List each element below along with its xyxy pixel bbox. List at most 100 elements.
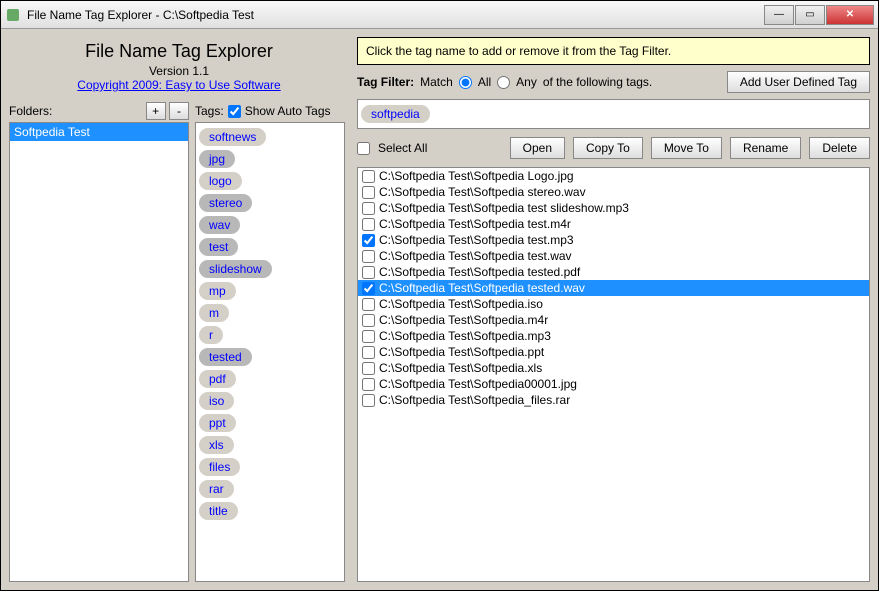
copyright-link[interactable]: Copyright 2009: Easy to Use Software xyxy=(77,78,280,92)
file-item[interactable]: C:\Softpedia Test\Softpedia Logo.jpg xyxy=(358,168,869,184)
active-tag-pill[interactable]: softpedia xyxy=(361,105,430,123)
copy-to-button[interactable]: Copy To xyxy=(573,137,643,159)
file-item[interactable]: C:\Softpedia Test\Softpedia_files.rar xyxy=(358,392,869,408)
app-title: File Name Tag Explorer xyxy=(9,41,349,62)
match-any-label: Any xyxy=(516,75,537,89)
file-checkbox[interactable] xyxy=(362,186,375,199)
file-checkbox[interactable] xyxy=(362,330,375,343)
show-auto-tags-checkbox[interactable] xyxy=(228,105,241,118)
tag-pill[interactable]: stereo xyxy=(199,194,252,212)
file-checkbox[interactable] xyxy=(362,362,375,375)
file-checkbox[interactable] xyxy=(362,170,375,183)
open-button[interactable]: Open xyxy=(510,137,565,159)
tag-pill[interactable]: test xyxy=(199,238,238,256)
file-item[interactable]: C:\Softpedia Test\Softpedia.mp3 xyxy=(358,328,869,344)
match-suffix: of the following tags. xyxy=(543,75,652,89)
file-item[interactable]: C:\Softpedia Test\Softpedia.iso xyxy=(358,296,869,312)
file-path: C:\Softpedia Test\Softpedia tested.pdf xyxy=(379,265,580,279)
move-to-button[interactable]: Move To xyxy=(651,137,722,159)
file-path: C:\Softpedia Test\Softpedia Logo.jpg xyxy=(379,169,574,183)
file-path: C:\Softpedia Test\Softpedia test.mp3 xyxy=(379,233,574,247)
file-item[interactable]: C:\Softpedia Test\Softpedia test.mp3 xyxy=(358,232,869,248)
tag-pill[interactable]: r xyxy=(199,326,223,344)
tag-pill[interactable]: wav xyxy=(199,216,240,234)
delete-button[interactable]: Delete xyxy=(809,137,870,159)
file-checkbox[interactable] xyxy=(362,298,375,311)
file-item[interactable]: C:\Softpedia Test\Softpedia.ppt xyxy=(358,344,869,360)
folders-label: Folders: xyxy=(9,104,52,118)
remove-folder-button[interactable]: - xyxy=(169,102,189,120)
file-item[interactable]: C:\Softpedia Test\Softpedia tested.wav xyxy=(358,280,869,296)
file-path: C:\Softpedia Test\Softpedia.xls xyxy=(379,361,542,375)
file-checkbox[interactable] xyxy=(362,202,375,215)
tag-pill[interactable]: jpg xyxy=(199,150,235,168)
match-all-radio[interactable] xyxy=(459,76,472,89)
tag-pill[interactable]: xls xyxy=(199,436,234,454)
file-checkbox[interactable] xyxy=(362,218,375,231)
tag-filter-label: Tag Filter: xyxy=(357,75,414,89)
match-all-label: All xyxy=(478,75,491,89)
titlebar: File Name Tag Explorer - C:\Softpedia Te… xyxy=(1,1,878,29)
tag-pill[interactable]: pdf xyxy=(199,370,236,388)
app-icon xyxy=(5,7,21,23)
tag-pill[interactable]: rar xyxy=(199,480,234,498)
file-item[interactable]: C:\Softpedia Test\Softpedia.xls xyxy=(358,360,869,376)
match-label: Match xyxy=(420,75,453,89)
tags-column: Tags: Show Auto Tags softnewsjpglogoster… xyxy=(195,100,345,582)
tag-pill[interactable]: files xyxy=(199,458,240,476)
tag-pill[interactable]: title xyxy=(199,502,238,520)
right-zone: Click the tag name to add or remove it f… xyxy=(357,37,870,582)
file-item[interactable]: C:\Softpedia Test\Softpedia stereo.wav xyxy=(358,184,869,200)
file-checkbox[interactable] xyxy=(362,282,375,295)
file-path: C:\Softpedia Test\Softpedia test.m4r xyxy=(379,217,571,231)
file-path: C:\Softpedia Test\Softpedia tested.wav xyxy=(379,281,585,295)
hint-bar: Click the tag name to add or remove it f… xyxy=(357,37,870,65)
file-item[interactable]: C:\Softpedia Test\Softpedia test slidesh… xyxy=(358,200,869,216)
app-version: Version 1.1 xyxy=(9,64,349,78)
match-any-radio[interactable] xyxy=(497,76,510,89)
select-all-label: Select All xyxy=(378,141,427,155)
file-path: C:\Softpedia Test\Softpedia test slidesh… xyxy=(379,201,629,215)
file-checkbox[interactable] xyxy=(362,394,375,407)
tag-pill[interactable]: logo xyxy=(199,172,242,190)
file-item[interactable]: C:\Softpedia Test\Softpedia00001.jpg xyxy=(358,376,869,392)
rename-button[interactable]: Rename xyxy=(730,137,801,159)
tags-label: Tags: xyxy=(195,104,224,118)
file-path: C:\Softpedia Test\Softpedia.mp3 xyxy=(379,329,551,343)
tag-pill[interactable]: mp xyxy=(199,282,236,300)
app-window: File Name Tag Explorer - C:\Softpedia Te… xyxy=(0,0,879,591)
file-path: C:\Softpedia Test\Softpedia00001.jpg xyxy=(379,377,577,391)
file-checkbox[interactable] xyxy=(362,266,375,279)
close-button[interactable]: ✕ xyxy=(826,5,874,25)
file-item[interactable]: C:\Softpedia Test\Softpedia test.m4r xyxy=(358,216,869,232)
file-list[interactable]: C:\Softpedia Test\Softpedia Logo.jpgC:\S… xyxy=(357,167,870,582)
tag-pill[interactable]: tested xyxy=(199,348,252,366)
active-tags: softpedia xyxy=(357,99,870,129)
filter-row: Tag Filter: Match All Any of the followi… xyxy=(357,69,870,95)
add-user-tag-button[interactable]: Add User Defined Tag xyxy=(727,71,870,93)
file-checkbox[interactable] xyxy=(362,378,375,391)
file-path: C:\Softpedia Test\Softpedia test.wav xyxy=(379,249,572,263)
tag-pill[interactable]: iso xyxy=(199,392,234,410)
file-item[interactable]: C:\Softpedia Test\Softpedia tested.pdf xyxy=(358,264,869,280)
tag-pill[interactable]: m xyxy=(199,304,229,322)
files-panel: Select All Open Copy To Move To Rename D… xyxy=(357,133,870,582)
folder-item[interactable]: Softpedia Test xyxy=(10,123,188,141)
select-all-checkbox[interactable] xyxy=(357,142,370,155)
tag-pill[interactable]: softnews xyxy=(199,128,266,146)
tag-pill[interactable]: ppt xyxy=(199,414,236,432)
folder-list[interactable]: Softpedia Test xyxy=(9,122,189,582)
file-checkbox[interactable] xyxy=(362,346,375,359)
maximize-button[interactable]: ▭ xyxy=(795,5,825,25)
minimize-button[interactable]: — xyxy=(764,5,794,25)
file-item[interactable]: C:\Softpedia Test\Softpedia.m4r xyxy=(358,312,869,328)
file-path: C:\Softpedia Test\Softpedia_files.rar xyxy=(379,393,570,407)
file-item[interactable]: C:\Softpedia Test\Softpedia test.wav xyxy=(358,248,869,264)
file-checkbox[interactable] xyxy=(362,314,375,327)
tag-pill[interactable]: slideshow xyxy=(199,260,272,278)
window-title: File Name Tag Explorer - C:\Softpedia Te… xyxy=(27,8,763,22)
file-path: C:\Softpedia Test\Softpedia.ppt xyxy=(379,345,544,359)
file-checkbox[interactable] xyxy=(362,250,375,263)
add-folder-button[interactable]: + xyxy=(146,102,166,120)
file-checkbox[interactable] xyxy=(362,234,375,247)
